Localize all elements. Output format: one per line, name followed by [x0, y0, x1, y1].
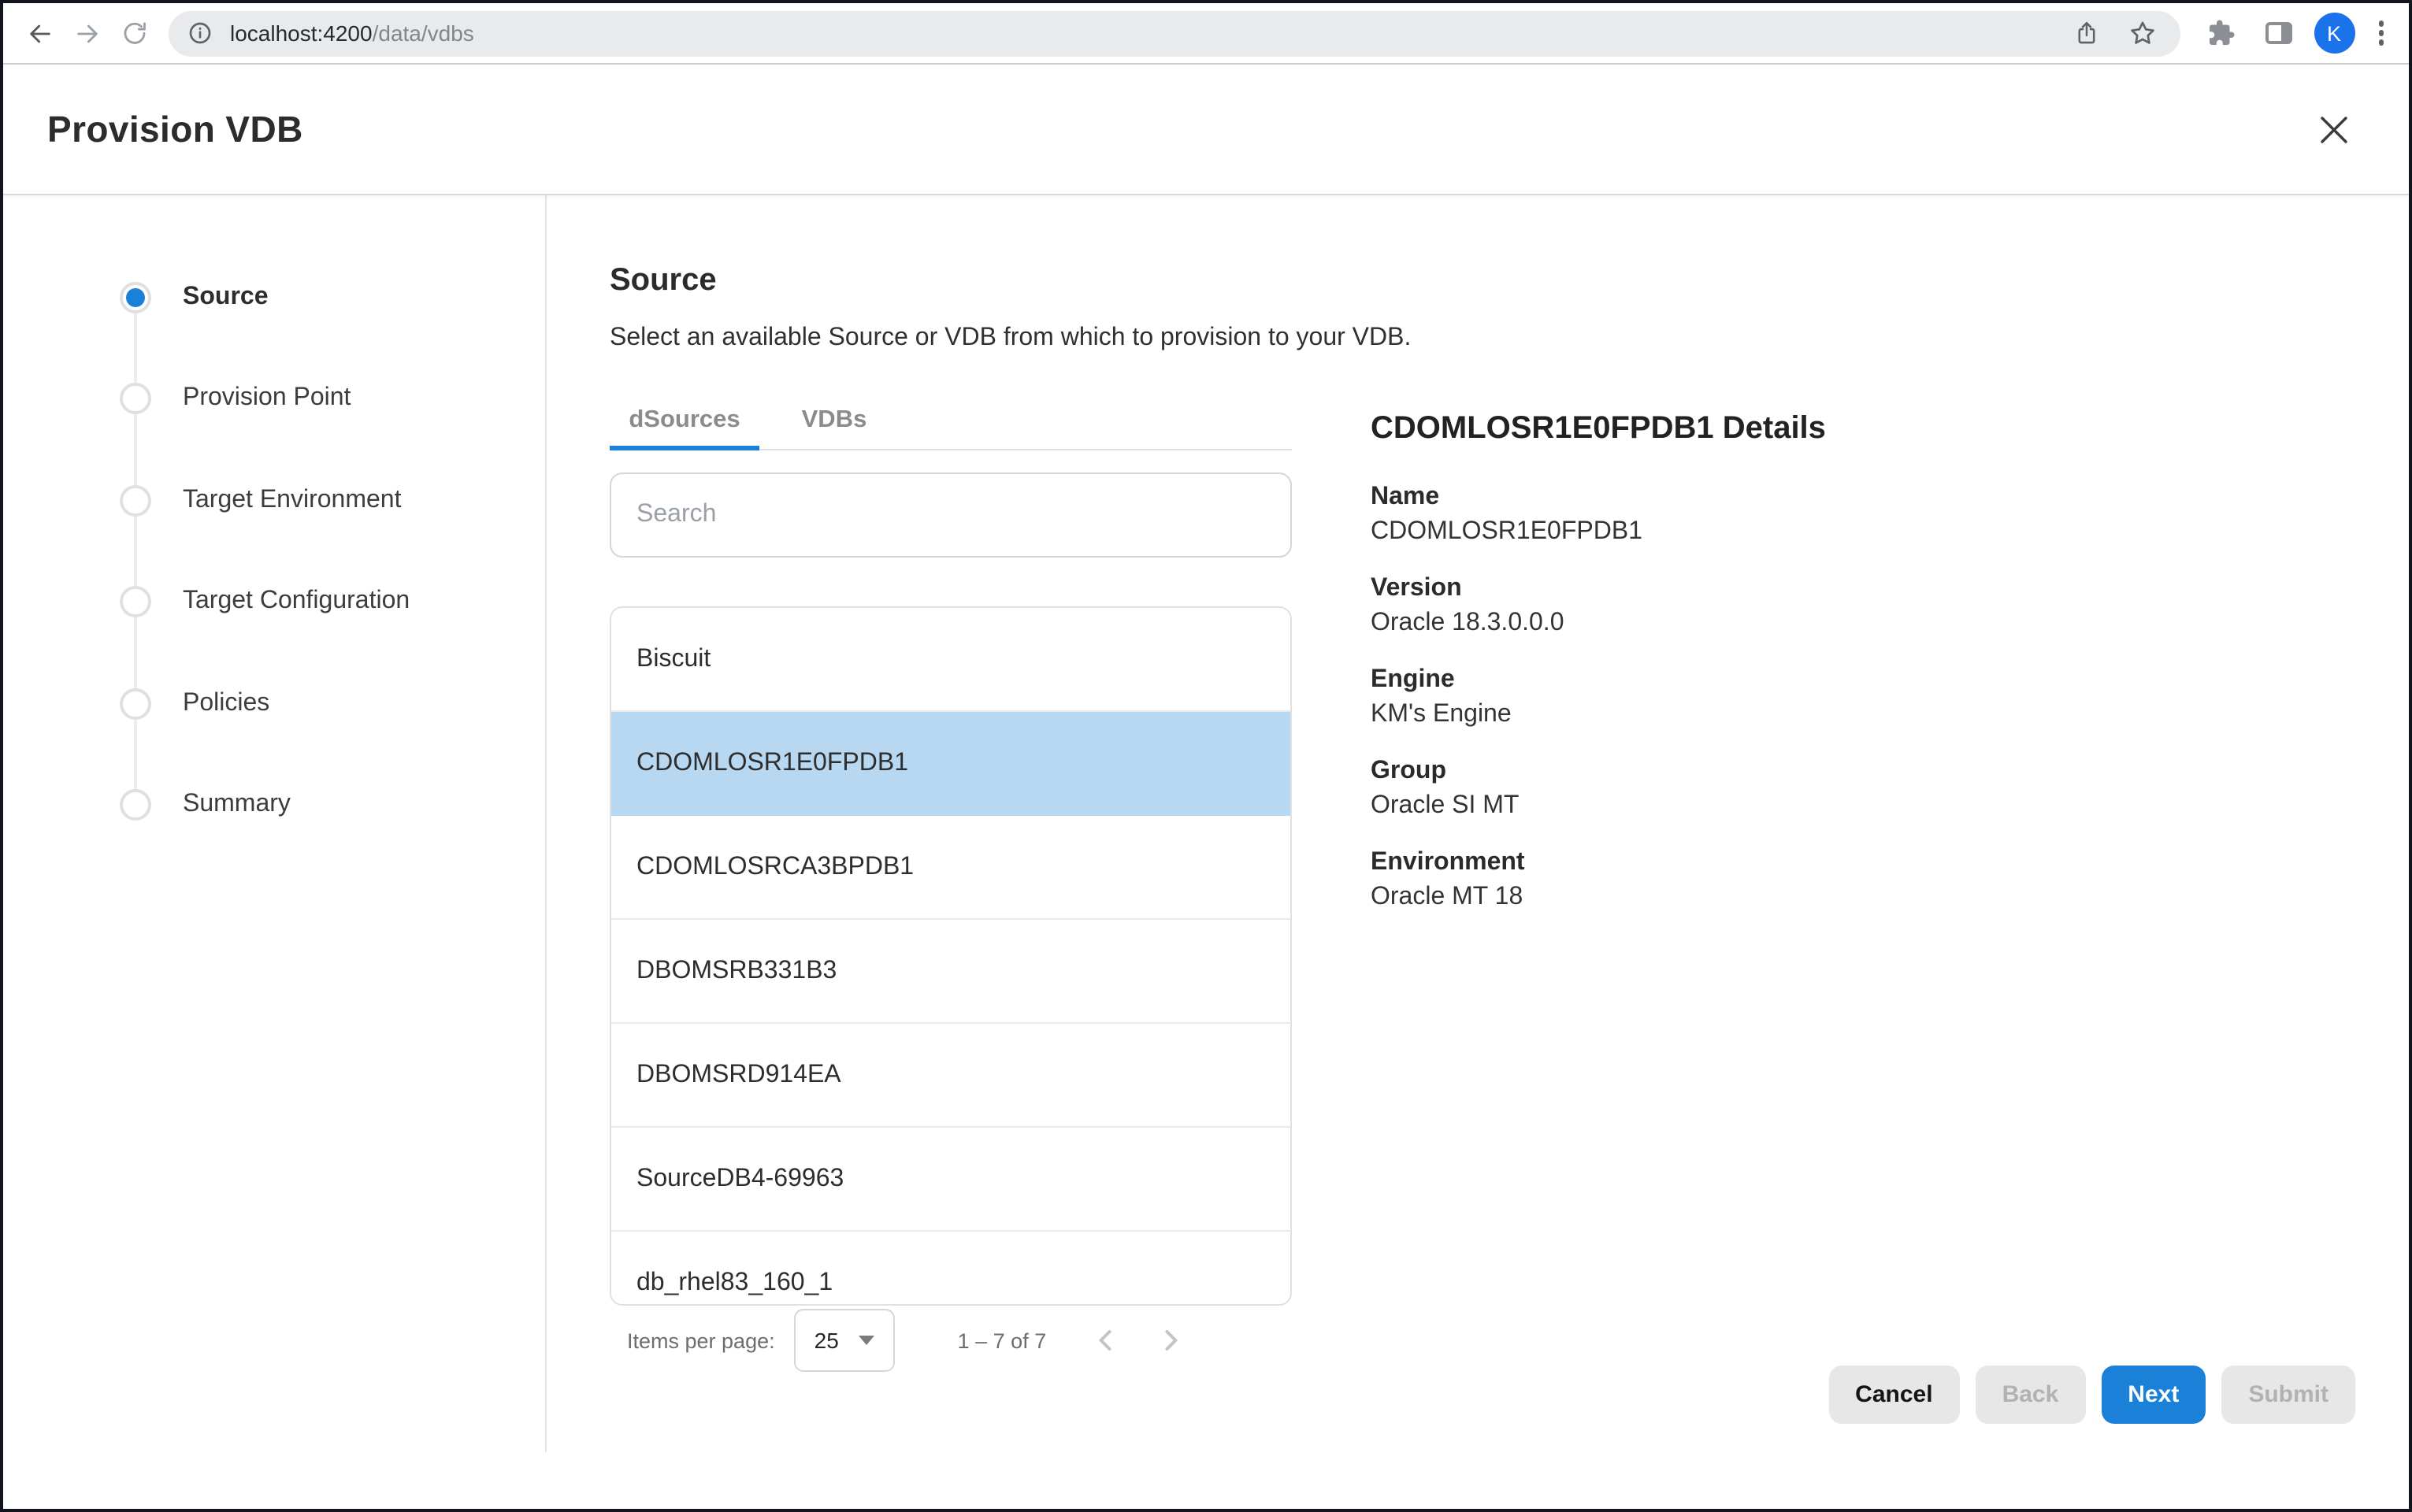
items-per-page-value: 25	[815, 1328, 839, 1353]
url-bar[interactable]: localhost:4200/data/vdbs	[169, 10, 2180, 56]
step-circle-icon	[120, 586, 151, 617]
details-heading: CDOMLOSR1E0FPDB1 Details	[1371, 410, 1826, 447]
source-picker: Source Select an available Source or VDB…	[610, 261, 1292, 1375]
items-per-page-label: Items per page:	[627, 1329, 775, 1352]
source-list: Biscuit CDOMLOSR1E0FPDB1 CDOMLOSRCA3BPDB…	[610, 606, 1292, 1306]
list-item-selected[interactable]: CDOMLOSR1E0FPDB1	[611, 712, 1290, 816]
detail-field-environment: Environment Oracle MT 18	[1371, 847, 1826, 914]
list-item[interactable]: DBOMSRD914EA	[611, 1024, 1290, 1128]
cancel-button[interactable]: Cancel	[1828, 1366, 1959, 1424]
stepper-connector-line	[134, 298, 137, 806]
site-info-icon[interactable]	[187, 20, 213, 46]
dialog-body: Source Provision Point Target Environmen…	[3, 195, 2409, 1452]
step-circle-icon	[120, 383, 151, 414]
dialog-header: Provision VDB	[3, 65, 2409, 195]
bookmark-star-icon[interactable]	[2128, 19, 2156, 47]
browser-toolbar: localhost:4200/data/vdbs K	[3, 3, 2409, 65]
side-panel-icon[interactable]	[2255, 9, 2303, 57]
step-circle-icon	[120, 688, 151, 720]
stepper-item-target-configuration[interactable]: Target Configuration	[120, 586, 410, 617]
tab-dsources[interactable]: dSources	[610, 391, 759, 449]
close-icon[interactable]	[2310, 106, 2357, 153]
detail-field-group: Group Oracle SI MT	[1371, 756, 1826, 822]
selection-details-panel: CDOMLOSR1E0FPDB1 Details Name CDOMLOSR1E…	[1371, 410, 1826, 914]
url-text: localhost:4200/data/vdbs	[230, 20, 2072, 46]
list-item[interactable]: db_rhel83_160_1	[611, 1232, 1290, 1306]
toolbar-right-cluster: K	[2197, 9, 2396, 57]
pagination-range-label: 1 – 7 of 7	[958, 1329, 1047, 1352]
step-circle-icon	[120, 485, 151, 517]
next-button[interactable]: Next	[2101, 1366, 2206, 1424]
step-description: Select an available Source or VDB from w…	[610, 321, 1292, 356]
detail-field-engine: Engine KM's Engine	[1371, 665, 1826, 731]
stepper-item-policies[interactable]: Policies	[120, 688, 269, 720]
wizard-stepper: Source Provision Point Target Environmen…	[3, 195, 547, 1452]
page-title: Source	[610, 261, 1292, 299]
reload-icon[interactable]	[110, 9, 158, 57]
profile-avatar[interactable]: K	[2314, 13, 2354, 54]
search-input[interactable]	[610, 472, 1292, 558]
wizard-content: Source Select an available Source or VDB…	[547, 195, 2409, 1452]
chevron-down-icon	[859, 1336, 874, 1345]
submit-button[interactable]: Submit	[2221, 1366, 2355, 1424]
source-tabs: dSources VDBs	[610, 391, 1292, 450]
chevron-right-icon[interactable]	[1148, 1318, 1193, 1362]
browser-menu-icon[interactable]	[2366, 12, 2396, 55]
step-circle-icon	[120, 789, 151, 821]
wizard-footer: Cancel Back Next Submit	[1828, 1366, 2355, 1424]
stepper-item-target-environment[interactable]: Target Environment	[120, 485, 401, 517]
list-item[interactable]: SourceDB4-69963	[611, 1128, 1290, 1232]
back-icon[interactable]	[16, 9, 63, 57]
detail-field-version: Version Oracle 18.3.0.0.0	[1371, 573, 1826, 639]
forward-icon[interactable]	[63, 9, 110, 57]
stepper-item-source[interactable]: Source	[120, 282, 269, 313]
stepper-item-provision-point[interactable]: Provision Point	[120, 383, 351, 414]
detail-field-name: Name CDOMLOSR1E0FPDB1	[1371, 482, 1826, 548]
stepper-item-summary[interactable]: Summary	[120, 789, 291, 821]
chevron-left-icon[interactable]	[1084, 1318, 1128, 1362]
share-icon[interactable]	[2072, 19, 2099, 47]
tab-vdbs[interactable]: VDBs	[759, 391, 909, 449]
list-item[interactable]: Biscuit	[611, 608, 1290, 712]
extensions-icon[interactable]	[2197, 9, 2244, 57]
browser-window: localhost:4200/data/vdbs K Provision VDB	[0, 0, 2412, 1512]
list-item[interactable]: CDOMLOSRCA3BPDB1	[611, 816, 1290, 920]
back-button[interactable]: Back	[1976, 1366, 2086, 1424]
step-circle-icon	[120, 282, 151, 313]
items-per-page-select[interactable]: 25	[794, 1309, 895, 1372]
dialog-title: Provision VDB	[47, 108, 303, 150]
list-item[interactable]: DBOMSRB331B3	[611, 920, 1290, 1024]
list-pagination: Items per page: 25 1 – 7 of 7	[610, 1306, 1292, 1375]
